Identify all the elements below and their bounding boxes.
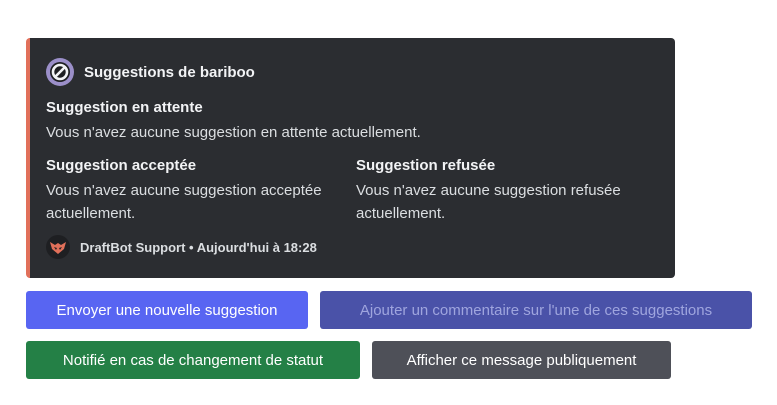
embed-footer: DraftBot Support • Aujourd'hui à 18:28 (46, 235, 317, 259)
field-accepted-value: Vous n'avez aucune suggestion acceptée a… (46, 182, 322, 222)
field-accepted-title: Suggestion acceptée (46, 157, 197, 174)
embed-author-name: Suggestions de bariboo (84, 63, 255, 81)
new-suggestion-button[interactable]: Envoyer une nouvelle suggestion (26, 291, 308, 329)
field-pending-title: Suggestion en attente (46, 99, 203, 116)
field-pending-value: Vous n'avez aucune suggestion en attente… (46, 124, 421, 141)
add-comment-button[interactable]: Ajouter un commentaire sur l'une de ces … (320, 291, 752, 329)
draftbot-logo-icon (46, 235, 70, 259)
blocked-circle-icon (46, 58, 74, 86)
show-public-button[interactable]: Afficher ce message publiquement (372, 341, 671, 379)
suggestions-embed: Suggestions de bariboo Suggestion en att… (26, 38, 675, 278)
field-refused-title: Suggestion refusée (356, 157, 496, 174)
embed-author: Suggestions de bariboo (46, 58, 255, 86)
embed-footer-text: DraftBot Support • Aujourd'hui à 18:28 (80, 239, 317, 255)
field-refused-value: Vous n'avez aucune suggestion refusée ac… (356, 182, 621, 222)
notify-status-button[interactable]: Notifié en cas de changement de statut (26, 341, 360, 379)
